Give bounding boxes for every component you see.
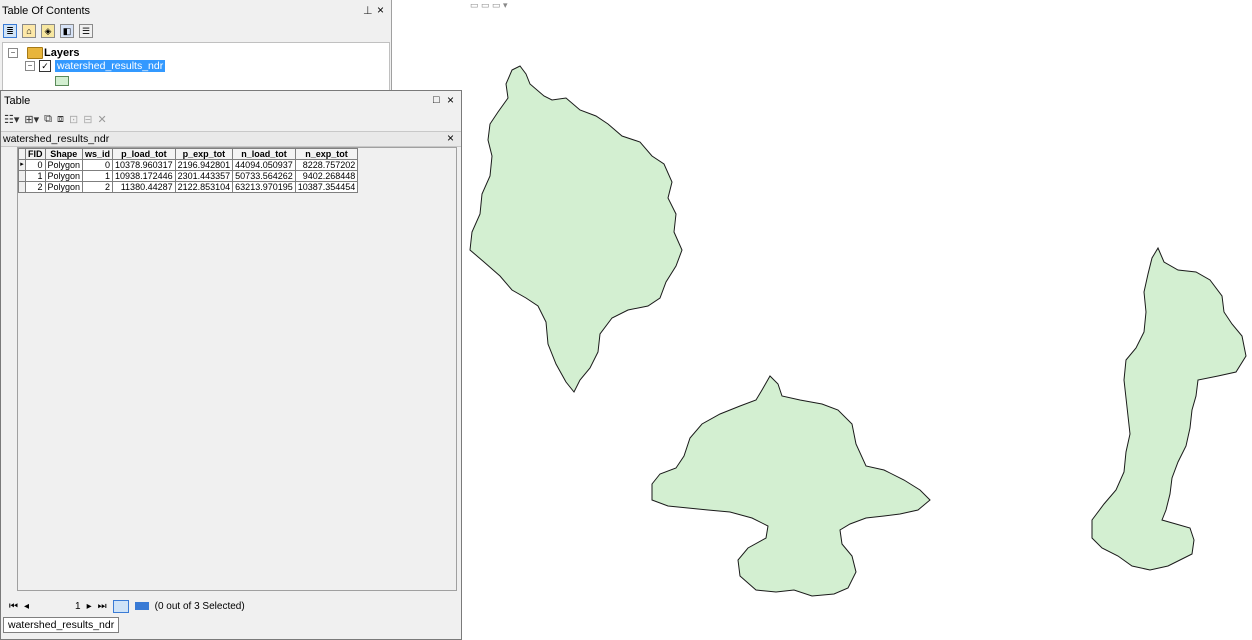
first-record-icon[interactable]: ⏮ [9, 601, 18, 612]
table-toolbar: ☷▾ ⊞▾ ⧉ ⧈ ⊡ ⊟ ✕ [4, 111, 107, 127]
previous-record-icon[interactable]: ◂ [24, 601, 29, 612]
cell-fid[interactable]: 1 [25, 170, 46, 182]
selection-status: (0 out of 3 Selected) [154, 600, 245, 612]
cell-n-load-tot[interactable]: 63213.970195 [232, 181, 296, 193]
attribute-grid: FID Shape ws_id p_load_tot p_exp_tot n_l… [17, 147, 457, 591]
column-header[interactable]: n_load_tot [232, 148, 296, 160]
toc-close-button[interactable]: × [377, 3, 384, 17]
table-row[interactable]: ▸ 0 Polygon 0 10378.960317 2196.942801 4… [18, 159, 359, 171]
table-window-close-button[interactable]: × [447, 93, 454, 107]
pin-icon[interactable]: ⊥ [363, 4, 373, 17]
table-tab-title: watershed_results_ndr [3, 133, 110, 145]
cell-n-load-tot[interactable]: 44094.050937 [232, 159, 296, 171]
show-all-records-icon[interactable] [112, 599, 129, 613]
cell-fid[interactable]: 0 [25, 159, 46, 171]
toc-title: Table Of Contents [2, 5, 91, 17]
list-by-source-icon[interactable]: ⌂ [22, 24, 36, 38]
collapse-layers-icon[interactable]: − [8, 48, 18, 58]
column-header[interactable]: Shape [44, 148, 84, 160]
related-tables-icon[interactable]: ⊞▾ [24, 113, 39, 126]
collapse-layer-icon[interactable]: − [25, 61, 35, 71]
next-record-icon[interactable]: ▸ [87, 601, 92, 612]
layer-visibility-checkbox[interactable]: ✓ [39, 60, 51, 72]
table-window-title: Table [4, 95, 31, 107]
column-header[interactable]: n_exp_tot [294, 148, 359, 160]
switch-selection-icon[interactable]: ⧈ [57, 113, 64, 126]
table-row[interactable]: 2 Polygon 2 11380.44287 2122.853104 6321… [18, 181, 359, 193]
cell-fid[interactable]: 2 [25, 181, 46, 193]
column-header[interactable]: ws_id [82, 148, 114, 160]
cell-n-exp-tot[interactable]: 9402.268448 [294, 170, 359, 182]
layer-name-selected[interactable]: watershed_results_ndr [55, 60, 166, 72]
table-row[interactable]: 1 Polygon 1 10938.172446 2301.443357 507… [18, 170, 359, 182]
row-selector-header[interactable] [18, 148, 26, 160]
restore-window-button[interactable]: □ [433, 94, 440, 106]
current-row-marker-icon[interactable]: ▸ [18, 159, 26, 171]
watershed-polygon-2[interactable] [1091, 246, 1247, 571]
cell-ws-id[interactable]: 1 [82, 170, 114, 182]
table-bottom-tab[interactable]: watershed_results_ndr [3, 617, 120, 633]
select-by-attributes-icon[interactable]: ⧉ [44, 113, 52, 126]
column-header[interactable]: p_exp_tot [174, 148, 234, 160]
table-options-icon[interactable]: ☷▾ [4, 113, 19, 126]
row-selector[interactable] [18, 170, 26, 182]
cell-shape[interactable]: Polygon [44, 181, 84, 193]
column-header[interactable]: FID [25, 148, 46, 160]
toc-tree: − Layers − ✓ watershed_results_ndr [2, 42, 390, 92]
list-by-drawing-order-icon[interactable]: ≣ [3, 24, 17, 38]
column-header[interactable]: p_load_tot [112, 148, 176, 160]
cell-shape[interactable]: Polygon [44, 159, 84, 171]
watershed-polygon-0[interactable] [469, 65, 683, 393]
current-record-number[interactable]: 1 [75, 601, 81, 612]
layers-folder-icon [27, 47, 43, 59]
cell-ws-id[interactable]: 0 [82, 159, 114, 171]
list-by-visibility-icon[interactable]: ◈ [41, 24, 55, 38]
cell-n-exp-tot[interactable]: 8228.757202 [294, 159, 359, 171]
layers-root-label[interactable]: Layers [44, 47, 79, 59]
clear-selection-icon[interactable]: ⊡ [69, 113, 78, 126]
delete-selected-icon[interactable]: ✕ [97, 113, 106, 126]
map-toolbar-partial: ▭ ▭ ▭ ▾ [470, 0, 508, 10]
table-tab-close-button[interactable]: × [447, 131, 454, 145]
table-tab-header: watershed_results_ndr × [1, 131, 461, 147]
last-record-icon[interactable]: ⏭ [98, 601, 107, 612]
cell-n-load-tot[interactable]: 50733.564262 [232, 170, 296, 182]
cell-ws-id[interactable]: 2 [82, 181, 114, 193]
cell-p-load-tot[interactable]: 10938.172446 [112, 170, 176, 182]
cell-shape[interactable]: Polygon [44, 170, 84, 182]
layer-symbol-swatch[interactable] [55, 76, 69, 86]
options-icon[interactable]: ☰ [79, 24, 93, 38]
toc-toolbar: ≣ ⌂ ◈ ◧ ☰ [3, 22, 93, 40]
show-selected-records-icon[interactable] [134, 602, 149, 610]
attribute-table-window: Table □ × ☷▾ ⊞▾ ⧉ ⧈ ⊡ ⊟ ✕ watershed_resu… [0, 90, 462, 640]
cell-n-exp-tot[interactable]: 10387.354454 [294, 181, 359, 193]
zoom-to-selected-icon[interactable]: ⊟ [83, 113, 92, 126]
row-selector[interactable] [18, 181, 26, 193]
attribute-table: FID Shape ws_id p_load_tot p_exp_tot n_l… [18, 148, 359, 193]
watershed-polygon-1[interactable] [651, 375, 931, 597]
cell-p-exp-tot[interactable]: 2196.942801 [174, 159, 234, 171]
cell-p-load-tot[interactable]: 11380.44287 [112, 181, 176, 193]
record-navigation: ⏮ ◂ 1 ▸ ⏭ (0 out of 3 Selected) [9, 598, 245, 614]
cell-p-load-tot[interactable]: 10378.960317 [112, 159, 176, 171]
cell-p-exp-tot[interactable]: 2122.853104 [174, 181, 234, 193]
cell-p-exp-tot[interactable]: 2301.443357 [174, 170, 234, 182]
list-by-selection-icon[interactable]: ◧ [60, 24, 74, 38]
